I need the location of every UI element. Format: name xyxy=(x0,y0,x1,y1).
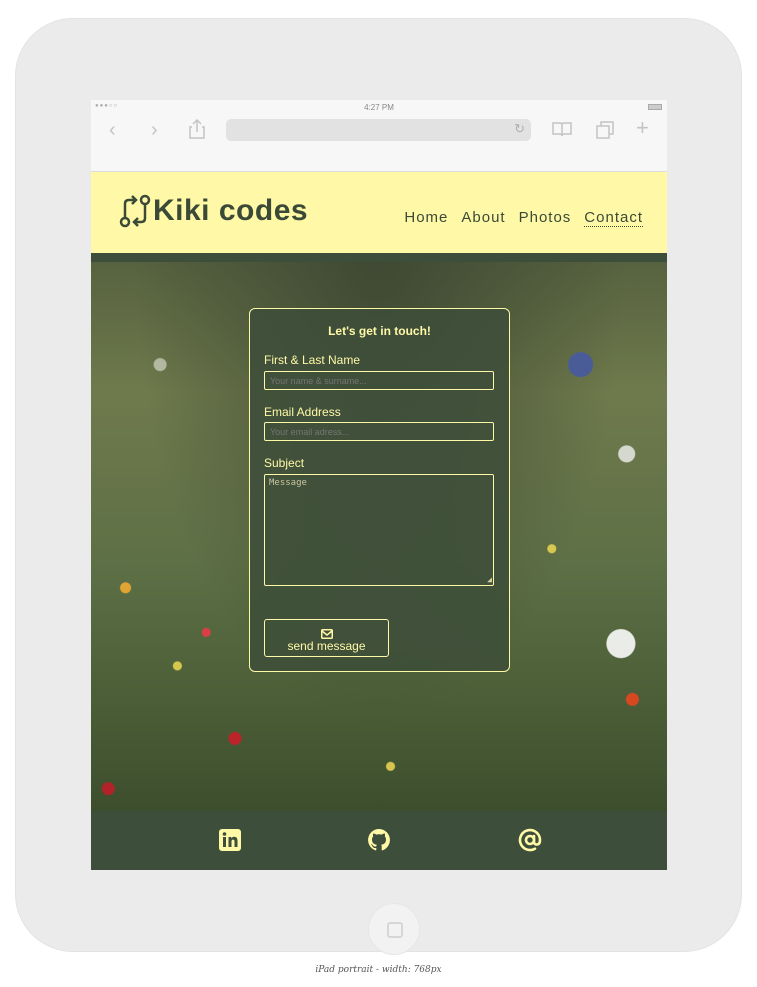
home-button[interactable] xyxy=(368,903,420,955)
code-branch-icon xyxy=(119,194,151,228)
address-bar[interactable]: ↻ xyxy=(226,119,531,141)
website: Kiki codes Home About Photos Contact Let… xyxy=(91,172,667,870)
battery-icon xyxy=(648,104,662,110)
share-icon[interactable] xyxy=(189,119,205,139)
message-textarea[interactable]: Message ◢ xyxy=(264,474,494,586)
message-placeholder: Message xyxy=(269,478,307,488)
reload-icon[interactable]: ↻ xyxy=(514,121,525,137)
site-header: Kiki codes Home About Photos Contact xyxy=(91,172,667,253)
device-caption: iPad portrait - width: 768px xyxy=(315,965,442,975)
tabs-icon[interactable] xyxy=(596,121,614,139)
status-time: 4:27 PM xyxy=(364,103,394,112)
nav-home[interactable]: Home xyxy=(404,209,448,227)
resize-handle-icon[interactable]: ◢ xyxy=(487,575,492,584)
form-title: Let's get in touch! xyxy=(328,324,431,338)
bookmarks-icon[interactable] xyxy=(552,121,572,137)
github-icon[interactable] xyxy=(367,828,391,852)
device-screen: ●●●○○ 4:27 PM ‹ › ↻ + Kiki codes Home Ab… xyxy=(91,100,667,870)
nav-photos[interactable]: Photos xyxy=(519,209,572,227)
contact-form: Let's get in touch! First & Last Name Em… xyxy=(249,308,510,672)
back-icon[interactable]: ‹ xyxy=(109,120,116,140)
new-tab-icon[interactable]: + xyxy=(636,117,649,139)
site-footer xyxy=(91,811,667,870)
email-field[interactable] xyxy=(264,422,494,441)
email-label: Email Address xyxy=(264,405,341,419)
subject-label: Subject xyxy=(264,456,305,470)
site-logo[interactable]: Kiki codes xyxy=(119,194,308,228)
forward-icon[interactable]: › xyxy=(151,120,158,140)
nav-about[interactable]: About xyxy=(461,209,505,227)
browser-toolbar: ‹ › ↻ + xyxy=(91,114,667,172)
main-nav: Home About Photos Contact xyxy=(391,209,643,227)
nav-contact[interactable]: Contact xyxy=(584,209,643,227)
name-label: First & Last Name xyxy=(264,353,361,367)
header-divider xyxy=(91,253,667,262)
send-message-label: send message xyxy=(287,638,366,653)
at-sign-icon[interactable] xyxy=(518,828,542,852)
send-message-button[interactable]: send message xyxy=(264,619,389,657)
envelope-icon xyxy=(320,628,333,639)
status-bar: ●●●○○ 4:27 PM xyxy=(91,100,667,114)
site-title: Kiki codes xyxy=(153,194,309,227)
name-field[interactable] xyxy=(264,371,494,390)
linkedin-icon[interactable] xyxy=(218,828,242,852)
